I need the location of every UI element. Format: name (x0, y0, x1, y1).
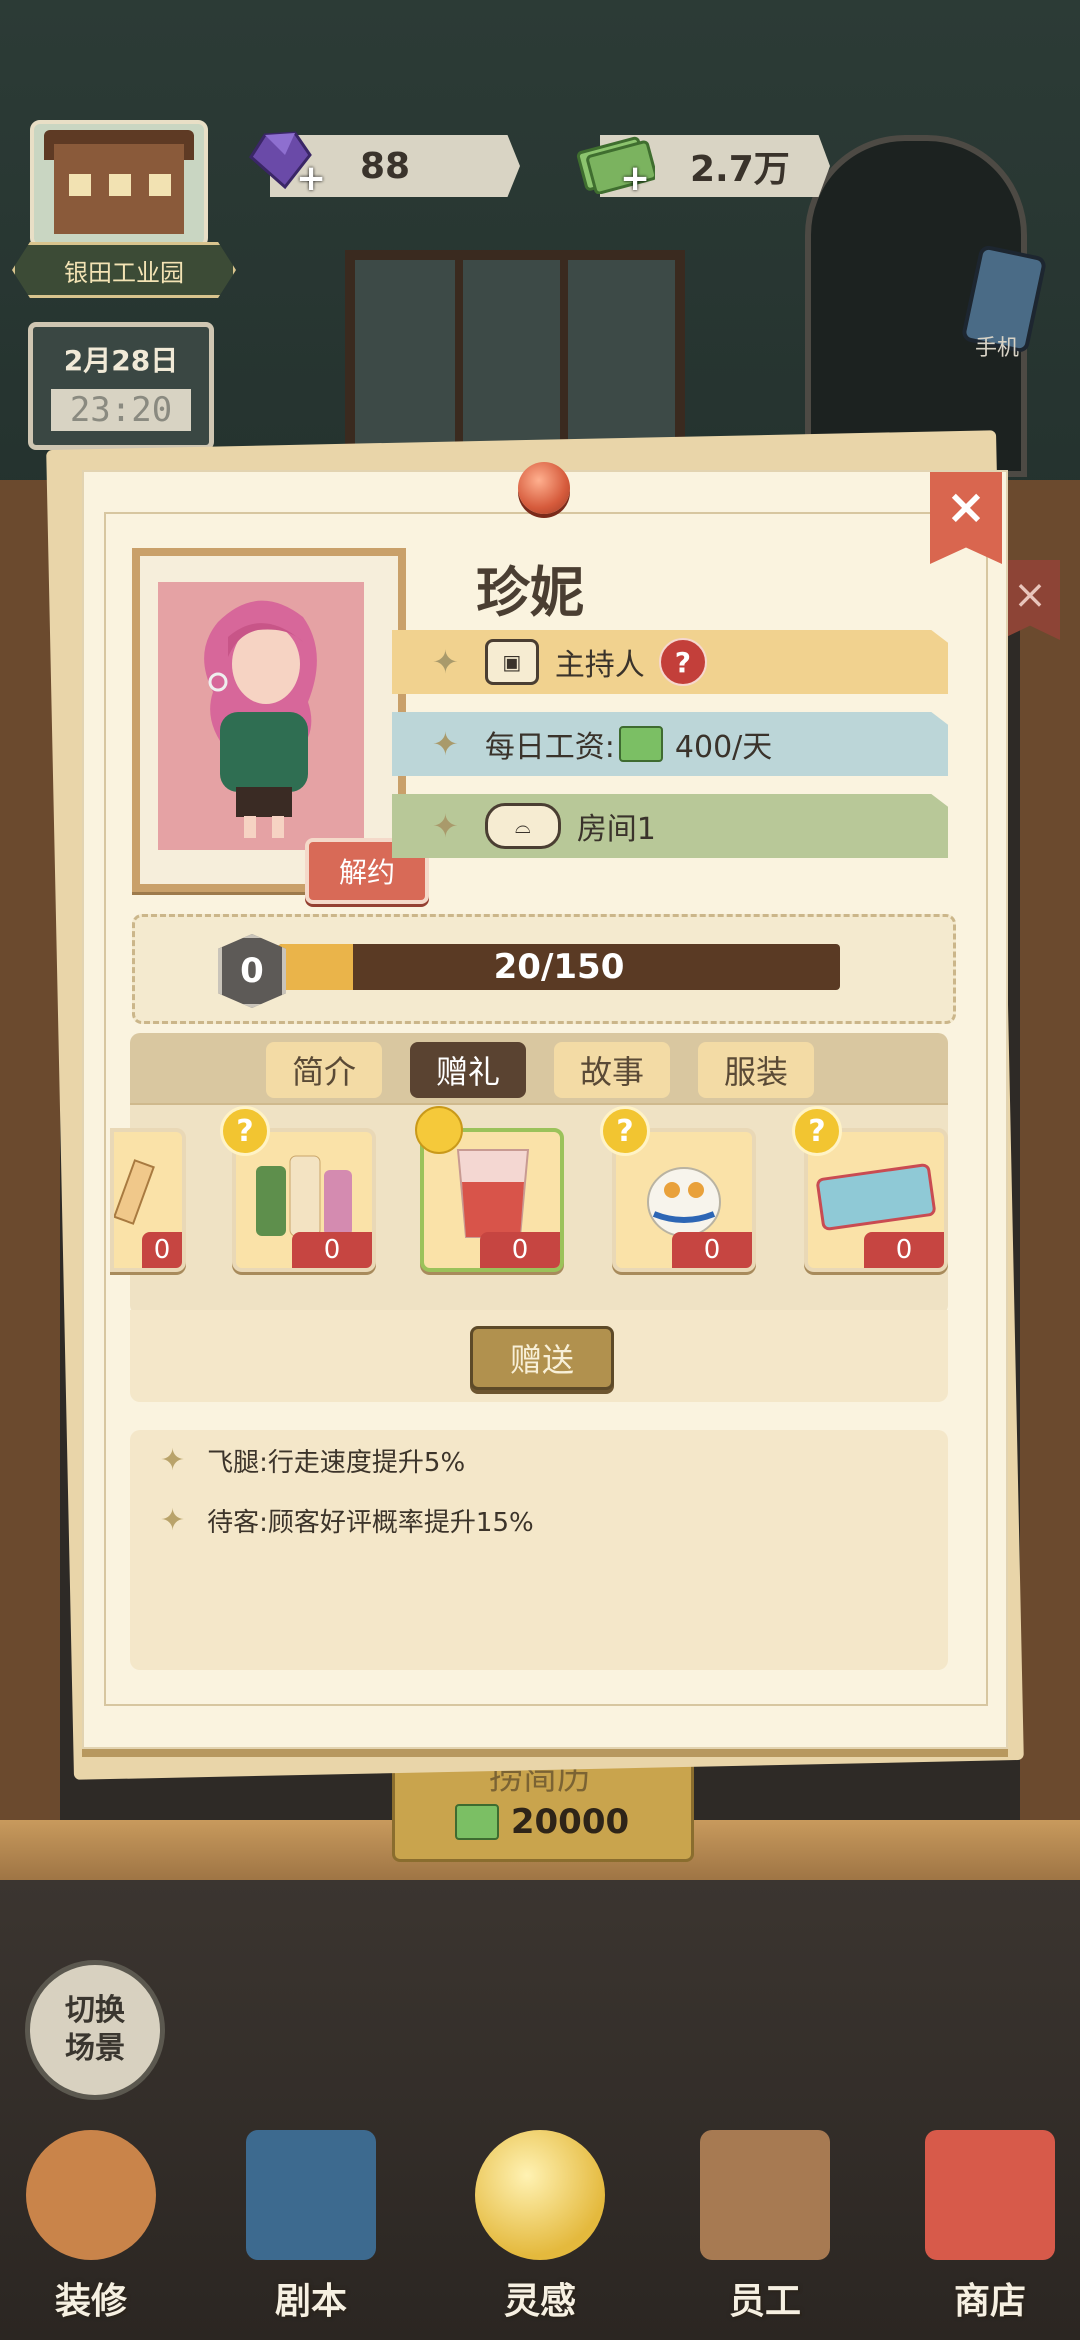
hire-cost: 20000 (392, 1802, 688, 1842)
room-tag: ✦ ⌓ 房间1 (392, 794, 948, 858)
nav-script[interactable]: 剧本 (226, 2130, 396, 2340)
shampoo-icon (256, 1155, 352, 1236)
wage-value: 400/天 (674, 730, 773, 765)
tab-gift[interactable]: 赠礼 (410, 1042, 526, 1098)
sofa-icon: ⌓ (484, 803, 561, 849)
tab-story[interactable]: 故事 (554, 1042, 670, 1098)
fruit-drink-icon (456, 1149, 530, 1238)
switch-scene-button[interactable]: 切换场景 (25, 1960, 165, 2100)
nav-inspiration[interactable]: 灵感 (455, 2130, 625, 2340)
tab-outfit[interactable]: 服装 (698, 1042, 814, 1098)
shop-icon (925, 2130, 1055, 2260)
star-icon: ✦ (160, 1443, 186, 1478)
role-text: 主持人 (554, 648, 645, 683)
house-icon (26, 2130, 156, 2260)
gift-count: 0 (480, 1232, 560, 1268)
hire-cost-value: 20000 (510, 1802, 630, 1842)
gift-count: 0 (672, 1232, 752, 1268)
trait-text: 待客:顾客好评概率提升15% (207, 1508, 534, 1538)
level-badge: 0 (218, 934, 286, 1008)
star-icon: ✦ (432, 725, 459, 763)
room-text: 房间1 (576, 812, 656, 847)
id-card-icon: ▣ (484, 639, 539, 685)
unknown-badge-icon: ? (220, 1106, 270, 1156)
give-gift-button[interactable]: 赠送 (470, 1326, 614, 1390)
smile-badge-icon (415, 1106, 463, 1154)
gift-item-partial[interactable]: 0 (110, 1128, 186, 1272)
cash-small-icon (618, 726, 663, 762)
unknown-badge-icon: ? (600, 1106, 650, 1156)
nav-label: 剧本 (274, 2281, 347, 2322)
character-name: 珍妮 (476, 561, 584, 624)
tab-intro[interactable]: 简介 (266, 1042, 382, 1098)
unknown-badge-icon: ? (792, 1106, 842, 1156)
nav-label: 员工 (728, 2281, 801, 2322)
nav-label: 灵感 (503, 2281, 576, 2322)
plush-bird-icon (647, 1167, 721, 1237)
trait-line: ✦ 飞腿:行走速度提升5% (160, 1442, 465, 1479)
cash-value: 2.7万 (690, 149, 790, 190)
gem-value: 88 (360, 145, 411, 187)
date-text: 2月28日 (63, 344, 179, 377)
phone-label: 手机 (975, 336, 1020, 361)
pencil-icon (114, 1159, 155, 1225)
gift-count: 0 (864, 1232, 944, 1268)
wage-tag: ✦ 每日工资: 400/天 (392, 712, 948, 776)
character-portrait (158, 582, 364, 850)
nav-staff[interactable]: 员工 (680, 2130, 850, 2340)
star-icon: ✦ (160, 1503, 186, 1538)
star-icon: ✦ (432, 807, 459, 845)
star-icon: ✦ (432, 643, 459, 681)
wage-label: 每日工资: (484, 730, 615, 765)
bulb-icon (475, 2130, 605, 2260)
building-icon[interactable] (30, 120, 208, 248)
nav-shop[interactable]: 商店 (905, 2130, 1075, 2340)
character-illustration (204, 600, 317, 838)
ticket-icon (816, 1163, 936, 1231)
nav-label: 装修 (54, 2281, 127, 2322)
trait-line: ✦ 待客:顾客好评概率提升15% (160, 1502, 534, 1539)
location-ribbon[interactable]: 银田工业园 (12, 242, 236, 298)
nav-label: 商店 (953, 2281, 1026, 2322)
role-help-button[interactable]: ? (658, 638, 707, 686)
pushpin-icon (518, 462, 570, 514)
gift-count: 0 (142, 1232, 182, 1268)
switch-scene-label: 切换场景 (65, 1993, 125, 2066)
time-text: 23:20 (51, 389, 191, 431)
script-book-icon (246, 2130, 376, 2260)
nav-decorate[interactable]: 装修 (6, 2130, 176, 2340)
staff-card-icon (700, 2130, 830, 2260)
cash-plus-icon[interactable]: + (620, 158, 650, 199)
exp-text: 20/150 (493, 947, 625, 987)
role-tag: ✦ ▣ 主持人 ? (392, 630, 948, 694)
date-clock: 2月28日 23:20 (28, 322, 214, 450)
trait-text: 飞腿:行走速度提升5% (207, 1448, 466, 1478)
gift-count: 0 (292, 1232, 372, 1268)
gem-plus-icon[interactable]: + (296, 158, 326, 199)
cash-small-icon (454, 1804, 499, 1840)
